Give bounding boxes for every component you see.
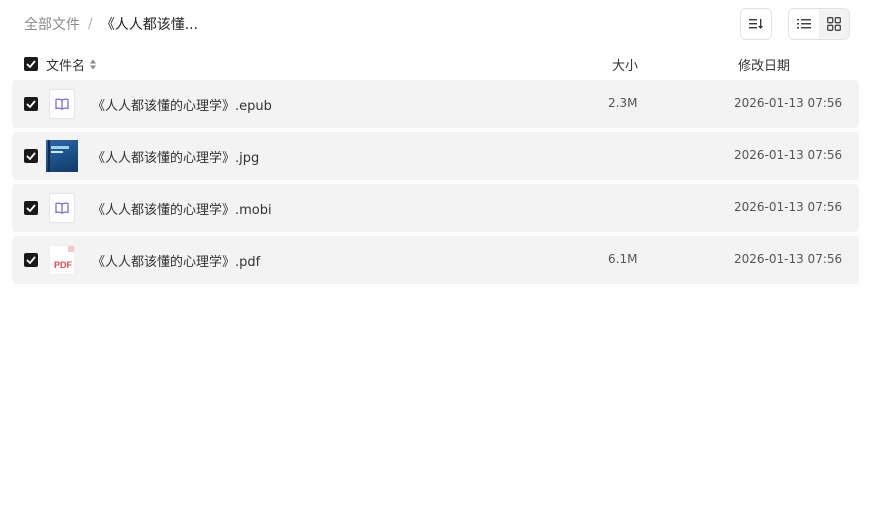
checkmark-icon: [26, 256, 36, 264]
breadcrumb-root-link[interactable]: 全部文件: [24, 14, 80, 34]
pdf-icon: PDF: [46, 244, 78, 276]
file-size: 2.3M: [608, 96, 638, 110]
table-header: 文件名 大小 修改日期: [0, 52, 874, 76]
file-name: 《人人都该懂的心理学》.epub: [92, 99, 272, 114]
file-name: 《人人都该懂的心理学》.pdf: [92, 255, 261, 270]
row-checkbox[interactable]: [24, 253, 38, 267]
breadcrumb-separator: /: [88, 16, 93, 32]
sort-toggle-icon: [90, 59, 97, 70]
checkmark-icon: [26, 100, 36, 108]
file-size: 6.1M: [608, 252, 638, 266]
file-date: 2026-01-13 07:56: [734, 96, 843, 110]
ebook-icon: [46, 88, 78, 120]
date-column-header[interactable]: 修改日期: [738, 55, 790, 74]
file-date: 2026-01-13 07:56: [734, 148, 843, 162]
breadcrumb: 全部文件 / 《人人都该懂...: [24, 14, 198, 34]
sort-button[interactable]: [740, 8, 772, 40]
file-row-mobi[interactable]: 《人人都该懂的心理学》.mobi 2026-01-13 07:56: [12, 184, 859, 232]
row-checkbox[interactable]: [24, 97, 38, 111]
breadcrumb-current-folder: 《人人都该懂...: [100, 17, 199, 33]
view-toggle: [788, 8, 850, 40]
list-view-icon: [797, 19, 811, 29]
name-column-label: 文件名: [46, 59, 86, 74]
file-date: 2026-01-13 07:56: [734, 200, 843, 214]
checkmark-icon: [26, 60, 36, 68]
size-column-header[interactable]: 大小: [612, 55, 638, 74]
file-row-epub[interactable]: 《人人都该懂的心理学》.epub 2.3M 2026-01-13 07:56: [12, 80, 859, 128]
file-row-jpg[interactable]: 《人人都该懂的心理学》.jpg 2026-01-13 07:56: [12, 132, 859, 180]
file-row-pdf[interactable]: PDF 《人人都该懂的心理学》.pdf 6.1M 2026-01-13 07:5…: [12, 236, 859, 284]
sort-descending-icon: [749, 19, 763, 29]
name-column-header[interactable]: 文件名: [46, 55, 97, 74]
row-checkbox[interactable]: [24, 149, 38, 163]
file-name: 《人人都该懂的心理学》.jpg: [92, 151, 260, 166]
grid-view-button[interactable]: [819, 9, 849, 39]
grid-view-icon: [827, 17, 841, 31]
row-checkbox[interactable]: [24, 201, 38, 215]
file-date: 2026-01-13 07:56: [734, 252, 843, 266]
list-view-button[interactable]: [789, 9, 819, 39]
file-list: 《人人都该懂的心理学》.epub 2.3M 2026-01-13 07:56 《…: [12, 80, 859, 288]
ebook-icon: [46, 192, 78, 224]
image-thumbnail: [46, 140, 78, 172]
checkmark-icon: [26, 152, 36, 160]
checkmark-icon: [26, 204, 36, 212]
file-name: 《人人都该懂的心理学》.mobi: [92, 203, 272, 218]
select-all-checkbox[interactable]: [24, 57, 38, 71]
